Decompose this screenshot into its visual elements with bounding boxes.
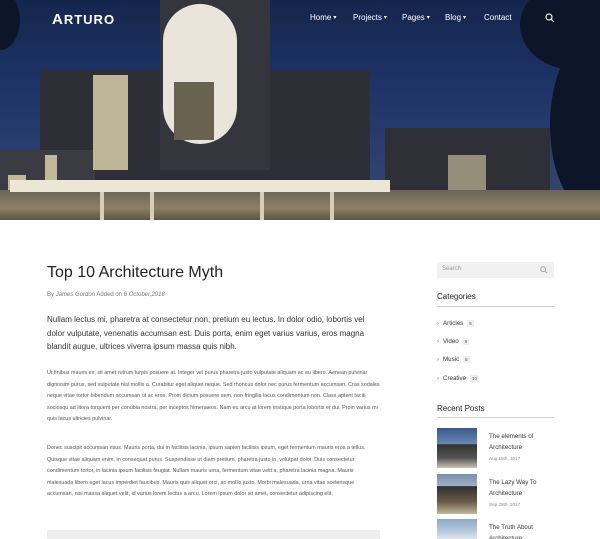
column xyxy=(260,192,264,220)
lit-window xyxy=(448,155,486,193)
post-thumbnail[interactable] xyxy=(437,519,477,539)
ground-floor xyxy=(0,190,600,220)
nav-home[interactable]: Home ▾ xyxy=(310,13,336,22)
post-thumbnail[interactable] xyxy=(437,428,477,468)
blockquote xyxy=(47,530,380,539)
nav-label: Contact xyxy=(484,13,512,22)
lit-window xyxy=(93,75,128,170)
category-creative[interactable]: › Creative 10 xyxy=(437,375,480,382)
nav-label: Home xyxy=(310,13,332,22)
chevron-down-icon: ▾ xyxy=(333,15,337,21)
category-label: Video xyxy=(443,338,459,345)
oval-inner-window xyxy=(174,82,214,140)
article-lead: Nullam lectus mi, pharetra at consectetu… xyxy=(47,315,365,351)
article-paragraph: Ut finibus mauris ex, sit amet rutrum tu… xyxy=(47,370,380,423)
recent-post[interactable]: The Lazy Way To Architecture Sep 29th, 2… xyxy=(437,474,554,514)
post-title[interactable]: The Lazy Way To Architecture xyxy=(489,478,549,499)
article-paragraph: Donec suscipit accumsan risus. Mauris po… xyxy=(47,445,366,498)
column xyxy=(330,192,334,220)
nav-contact[interactable]: Contact xyxy=(484,13,512,22)
nav-label: Pages xyxy=(402,13,425,22)
recent-post[interactable]: The elements of Architecture Aug 16th, 2… xyxy=(437,428,554,468)
post-title[interactable]: The Truth About Architecture xyxy=(489,523,549,539)
sidebar-search-input[interactable]: Search xyxy=(437,262,554,278)
logo-text: RTURO xyxy=(63,12,116,27)
category-count: 5 xyxy=(467,320,474,327)
recent-post[interactable]: The Truth About Architecture xyxy=(437,519,554,539)
divider xyxy=(437,306,554,307)
categories-heading: Categories xyxy=(437,292,476,301)
logo-letter: A xyxy=(52,11,64,28)
search-icon[interactable] xyxy=(540,266,548,274)
chevron-down-icon: ▾ xyxy=(463,15,467,21)
article-title: Top 10 Architecture Myth xyxy=(47,264,224,281)
site-logo[interactable]: ARTURO xyxy=(52,11,115,28)
chevron-right-icon: › xyxy=(437,356,439,363)
category-video[interactable]: › Video 9 xyxy=(437,338,470,345)
column xyxy=(150,192,154,220)
nav-label: Projects xyxy=(353,13,382,22)
search-icon[interactable] xyxy=(545,13,555,23)
chevron-down-icon: ▾ xyxy=(426,15,430,21)
author-link[interactable]: James Gordon xyxy=(56,292,95,298)
nav-pages[interactable]: Pages ▾ xyxy=(402,13,430,22)
category-music[interactable]: › Music 8 xyxy=(437,356,470,363)
chevron-right-icon: › xyxy=(437,375,439,382)
category-count: 8 xyxy=(463,356,470,363)
meta-by: By xyxy=(47,292,55,298)
recent-posts-heading: Recent Posts xyxy=(437,404,485,413)
post-thumbnail[interactable] xyxy=(437,474,477,514)
meta-added: Added on xyxy=(96,292,123,298)
nav-projects[interactable]: Projects ▾ xyxy=(353,13,387,22)
post-date: Sep 29th, 2017 xyxy=(489,502,521,507)
nav-blog[interactable]: Blog ▾ xyxy=(445,13,466,22)
divider xyxy=(437,417,554,418)
search-placeholder: Search xyxy=(442,266,462,272)
post-title[interactable]: The elements of Architecture xyxy=(489,432,549,453)
category-label: Articles xyxy=(443,320,464,327)
category-count: 9 xyxy=(462,338,470,345)
post-date: 6 October,2018 xyxy=(123,292,165,298)
column xyxy=(100,192,104,220)
chevron-down-icon: ▾ xyxy=(383,15,387,21)
category-label: Music xyxy=(443,356,460,363)
chevron-right-icon: › xyxy=(437,338,439,345)
category-articles[interactable]: › Articles 5 xyxy=(437,320,474,327)
category-count: 10 xyxy=(470,375,480,382)
post-date: Aug 16th, 2017 xyxy=(489,456,521,461)
category-label: Creative xyxy=(443,375,467,382)
hero-image xyxy=(0,0,600,220)
article-meta: By James Gordon Added on 6 October,2018 xyxy=(47,292,165,298)
chevron-right-icon: › xyxy=(437,320,439,327)
tree-silhouette xyxy=(0,0,20,50)
nav-label: Blog xyxy=(445,13,462,22)
canopy xyxy=(10,180,390,192)
